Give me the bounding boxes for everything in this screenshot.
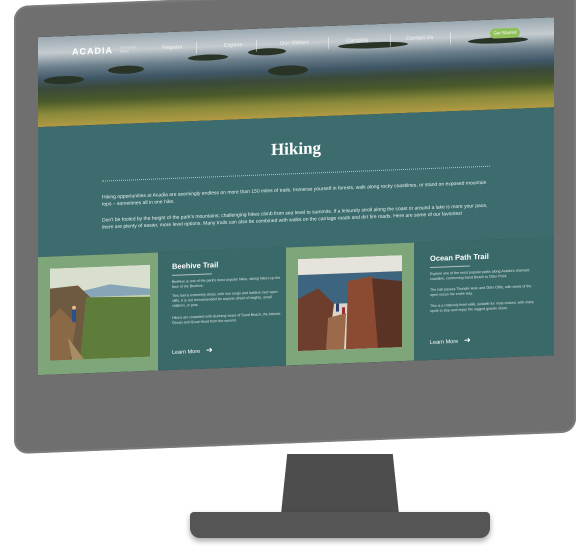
card-title: Beehive Trail [172,260,219,271]
island-shape [44,75,84,85]
ocean-path-photo [298,255,402,352]
nav-explore[interactable]: Explore [224,42,243,49]
site-logo[interactable]: ACADIA [72,45,113,57]
nav-divider [196,41,197,55]
nav-our-visitors[interactable]: Our Visitors [280,40,309,47]
nav-register[interactable]: Register [162,45,182,52]
beehive-trail-photo [50,264,150,361]
island-shape [108,65,144,75]
arrow-right-icon[interactable]: ➜ [464,335,471,344]
top-nav: ACADIA NATIONAL PARK Register Explore Ou… [38,23,554,65]
island-shape [268,64,308,77]
get-started-button[interactable]: Get Started [490,27,520,39]
nav-divider [256,39,257,52]
arrow-right-icon[interactable]: ➜ [206,345,213,354]
monitor-stand-base [190,512,490,538]
nav-divider [390,34,391,47]
nav-divider [328,36,329,49]
learn-more-link[interactable]: Learn More [430,339,458,346]
nav-contact-us[interactable]: Contact Us [406,35,433,42]
monitor-bezel: ACADIA NATIONAL PARK Register Explore Ou… [14,0,576,455]
screen: ACADIA NATIONAL PARK Register Explore Ou… [38,17,554,376]
site-logo-subtitle: NATIONAL PARK [120,45,138,54]
nav-divider [450,32,451,45]
nav-camping[interactable]: Camping [346,37,368,44]
learn-more-link[interactable]: Learn More [172,349,200,356]
